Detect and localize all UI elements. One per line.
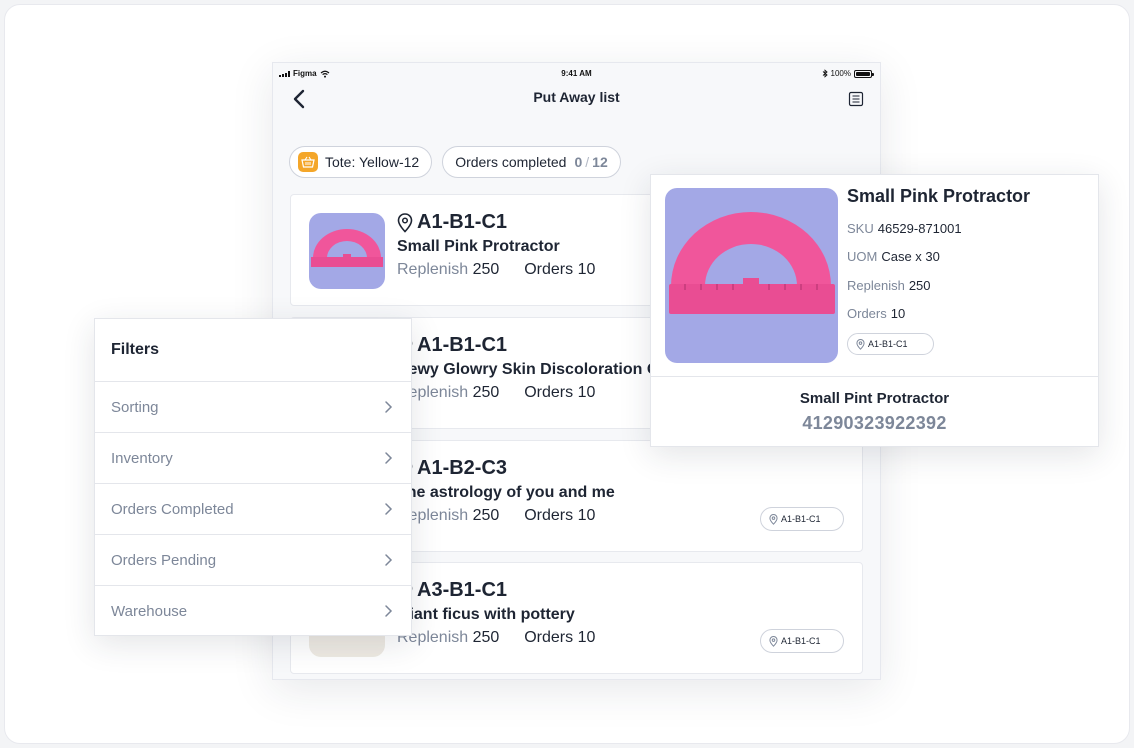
filter-row-inventory[interactable]: Inventory (95, 433, 411, 484)
orders-separator: / (585, 154, 590, 170)
filters-title: Filters (95, 319, 411, 382)
item-location-code: A3-B1-C1 (417, 579, 508, 601)
orders-total-count: 12 (592, 154, 608, 170)
location-pin-icon (769, 635, 778, 647)
location-chip-label: A1-B1-C1 (781, 636, 821, 646)
battery-status: 100% (822, 69, 874, 78)
detail-product-name: Small Pink Protractor (847, 186, 1031, 206)
filter-row-orders-pending[interactable]: Orders Pending (95, 535, 411, 586)
filter-label: Warehouse (111, 603, 188, 620)
tote-label: Tote: Yellow-12 (325, 154, 420, 170)
sku-value: 46529-871001 (877, 221, 962, 236)
barcode-number: 41290323922392 (802, 413, 947, 433)
location-chip-label: A1-B1-C1 (781, 514, 821, 524)
chevron-right-icon (385, 554, 393, 566)
item-meta: Replenish 250 Orders 10 (397, 261, 595, 279)
orders-completed-label: Orders completed (455, 154, 567, 170)
orders-label: Orders (524, 261, 574, 278)
product-name: Giant ficus with pottery (397, 606, 575, 623)
orders-value: 10 (890, 306, 906, 321)
location-chip[interactable]: A1-B1-C1 (847, 333, 934, 355)
filter-label: Sorting (111, 399, 159, 416)
filter-label: Orders Pending (111, 552, 217, 569)
location-pin-icon (769, 513, 778, 525)
filter-row-orders-completed[interactable]: Orders Completed (95, 484, 411, 535)
filter-label: Orders Completed (111, 501, 234, 518)
summary-chips: Tote: Yellow-12 Orders completed 0/12 (289, 146, 621, 178)
item-location-code: A1-B1-C1 (417, 334, 508, 356)
item-location: A3-B1-C1 (397, 579, 507, 602)
status-time: 9:41 AM (561, 69, 592, 78)
product-name: Small Pink Protractor (397, 238, 560, 255)
uom-value: Case x 30 (881, 249, 940, 264)
divider (651, 376, 1098, 377)
barcode-product-name: Small Pint Protractor (799, 390, 950, 407)
status-bar: Figma 9:41 AM 100% (273, 63, 880, 85)
sku-label: SKU (847, 221, 874, 236)
filters-panel: Filters Sorting Inventory Orders Complet… (94, 318, 412, 636)
orders-label: Orders (524, 629, 574, 646)
item-meta: Replenish 250 Orders 10 (397, 507, 595, 525)
product-image (665, 188, 838, 363)
location-chip[interactable]: A1-B1-C1 (760, 507, 844, 531)
orders-value: 10 (577, 629, 596, 646)
bluetooth-icon (822, 69, 828, 78)
orders-value: 10 (577, 261, 596, 278)
chevron-right-icon (385, 401, 393, 413)
battery-icon (854, 69, 874, 78)
item-location: A1-B1-C1 (397, 334, 507, 357)
product-thumbnail (309, 213, 385, 289)
list-view-button[interactable] (844, 87, 868, 111)
protractor-image (311, 229, 383, 267)
battery-percent: 100% (830, 69, 851, 78)
detail-orders: Orders 10 (847, 306, 905, 321)
orders-completed-chip[interactable]: Orders completed 0/12 (442, 146, 621, 178)
item-location-code: A1-B2-C3 (417, 457, 508, 479)
detail-uom: UOM Case x 30 (847, 249, 940, 264)
page-title: Put Away list (533, 89, 620, 105)
orders-value: 10 (577, 507, 596, 524)
uom-label: UOM (847, 249, 878, 264)
item-location-code: A1-B1-C1 (417, 211, 508, 233)
orders-done-count: 0 (574, 154, 583, 170)
orders-label: Orders (524, 507, 574, 524)
item-location: A1-B2-C3 (397, 457, 507, 480)
location-pin-icon (856, 338, 865, 350)
detail-replenish: Replenish 250 (847, 278, 931, 293)
filter-row-sorting[interactable]: Sorting (95, 382, 411, 433)
location-chip[interactable]: A1-B1-C1 (760, 629, 844, 653)
orders-label: Orders (847, 306, 887, 321)
location-pin-icon (397, 212, 413, 233)
tote-chip[interactable]: Tote: Yellow-12 (289, 146, 433, 178)
replenish-value: 250 (472, 384, 500, 401)
detail-sku: SKU 46529-871001 (847, 221, 962, 236)
replenish-label: Replenish (847, 278, 905, 293)
orders-value: 10 (577, 384, 596, 401)
filter-label: Inventory (111, 450, 173, 467)
protractor-image (669, 212, 835, 314)
item-meta: Replenish 250 Orders 10 (397, 629, 595, 647)
filter-row-warehouse[interactable]: Warehouse (95, 586, 411, 637)
basket-icon (298, 152, 318, 172)
orders-label: Orders (524, 384, 574, 401)
chevron-right-icon (385, 452, 393, 464)
chevron-right-icon (385, 605, 393, 617)
replenish-value: 250 (472, 629, 500, 646)
item-meta: Replenish 250 Orders 10 (397, 384, 595, 402)
item-location: A1-B1-C1 (397, 211, 507, 234)
replenish-value: 250 (908, 278, 931, 293)
product-detail-card: Small Pink Protractor SKU 46529-871001 UO… (650, 174, 1099, 447)
location-chip-label: A1-B1-C1 (868, 339, 908, 349)
replenish-label: Replenish (397, 261, 469, 278)
replenish-value: 250 (472, 507, 500, 524)
chevron-right-icon (385, 503, 393, 515)
replenish-value: 250 (472, 261, 500, 278)
nav-bar: Put Away list (273, 85, 880, 125)
list-icon (848, 91, 864, 107)
product-name: The astrology of you and me (397, 484, 615, 501)
